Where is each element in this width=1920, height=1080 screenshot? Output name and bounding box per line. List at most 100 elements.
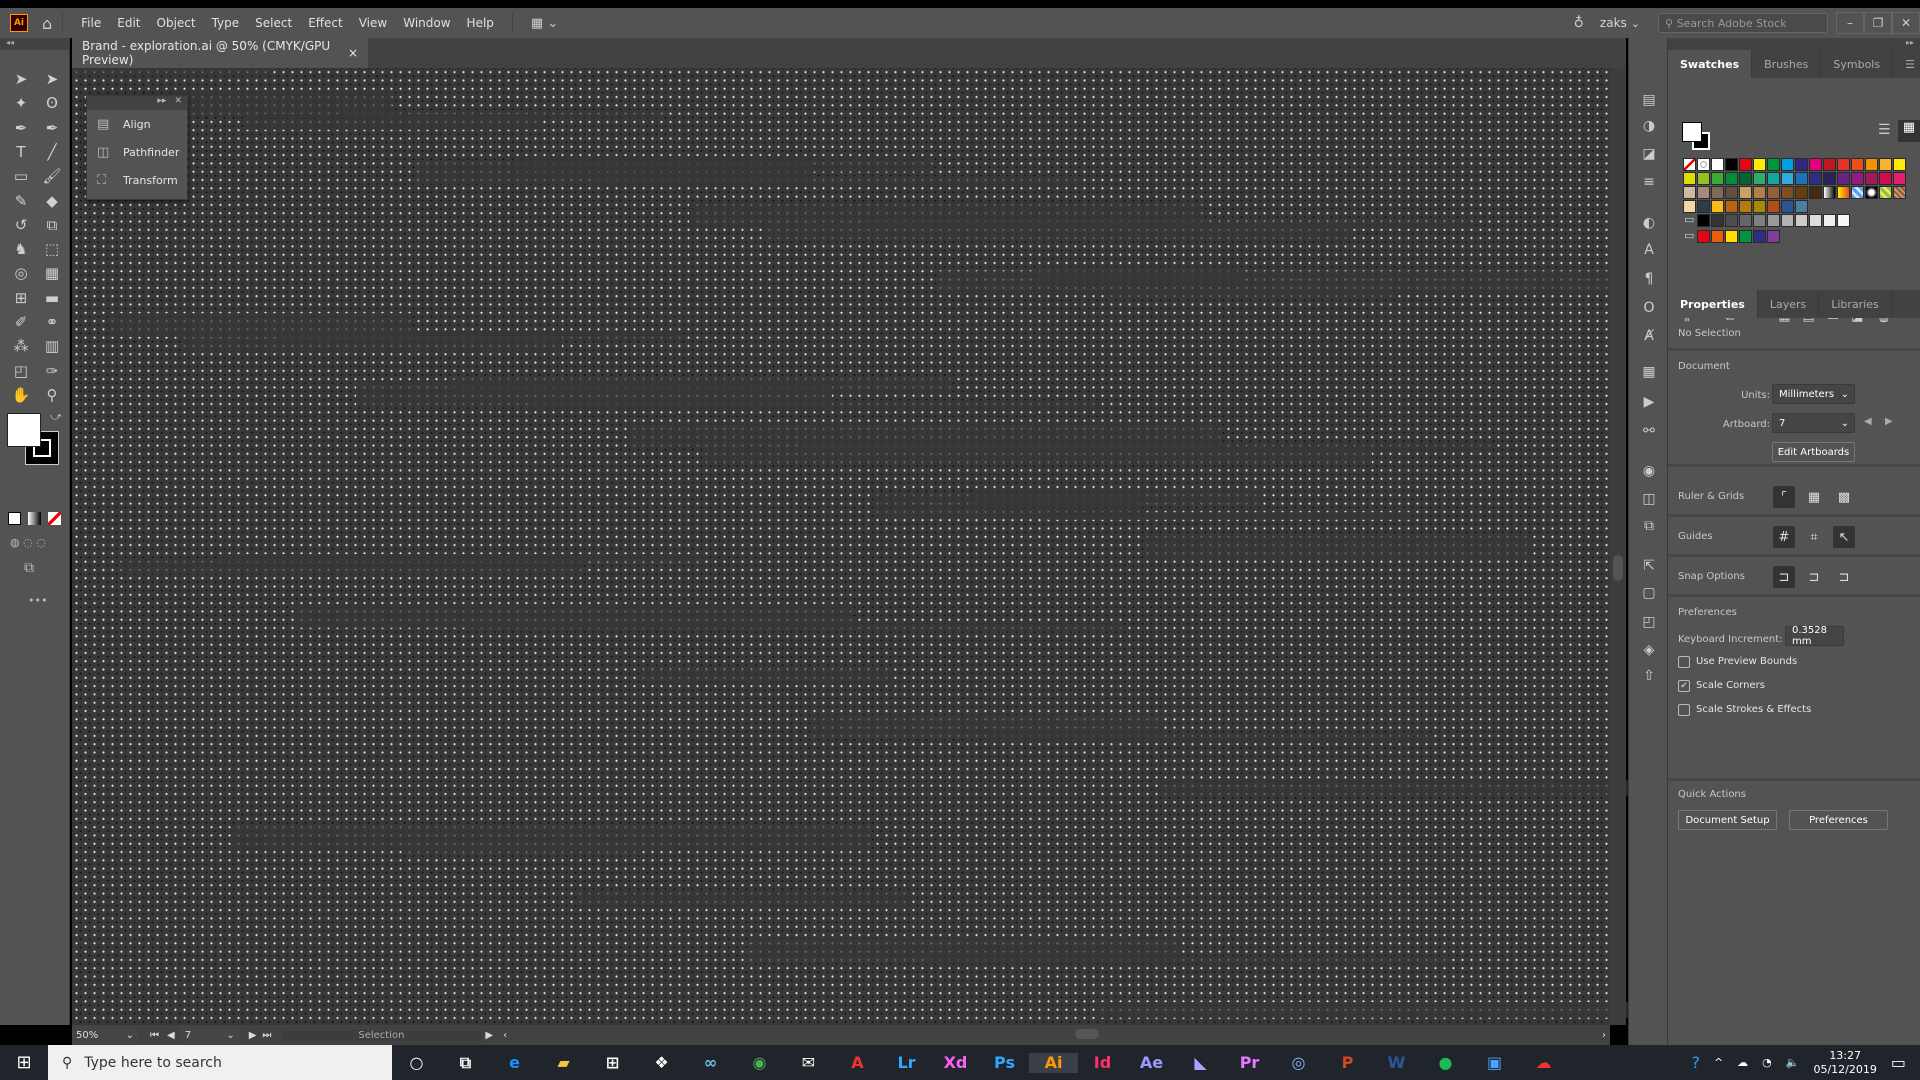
none-mode-button[interactable] [48, 512, 61, 525]
color-guide-panel-icon[interactable]: ◑ [1639, 118, 1659, 138]
direct-selection-tool-icon[interactable]: ➤ [40, 68, 64, 90]
status-menu-icon[interactable]: ▶ [485, 1030, 493, 1041]
draw-mode-icon[interactable]: ◍ ◌ ◌ [10, 536, 46, 549]
pathfinder-panel-item[interactable]: ◫ Pathfinder [87, 138, 187, 166]
photoshop-taskbar-icon[interactable]: Ps [980, 1053, 1029, 1073]
layers-panel-icon[interactable]: ⧉ [1639, 518, 1659, 538]
swatch[interactable] [1711, 172, 1724, 185]
swatch[interactable] [1795, 158, 1808, 171]
swatch[interactable] [1767, 158, 1780, 171]
artboard-canvas[interactable] [72, 68, 1722, 1025]
color-mode-button[interactable] [8, 512, 21, 525]
edge-taskbar-icon[interactable]: e [490, 1053, 539, 1073]
next-artboard-icon[interactable]: ▶ [249, 1030, 257, 1041]
swatch[interactable] [1809, 214, 1822, 227]
swatch[interactable] [1753, 230, 1766, 243]
artboard-select[interactable]: 7 ⌄ [1772, 413, 1855, 433]
swatch[interactable] [1739, 200, 1752, 213]
blend-tool-icon[interactable]: ⚭ [40, 311, 64, 333]
chevron-down-icon[interactable]: ⌄ [1631, 17, 1640, 30]
swatch[interactable] [1851, 186, 1864, 199]
libraries-panel-icon[interactable]: ◰ [1639, 614, 1659, 634]
swatch[interactable] [1795, 186, 1808, 199]
swatch[interactable] [1809, 186, 1822, 199]
swatch[interactable] [1767, 214, 1780, 227]
show-hidden-icons[interactable]: ^ [1714, 1056, 1723, 1069]
menu-edit[interactable]: Edit [109, 16, 148, 30]
first-artboard-icon[interactable]: ⏮ [150, 1030, 159, 1041]
swatch[interactable] [1725, 214, 1738, 227]
taskbar-search-input[interactable]: ⚲ Type here to search [48, 1045, 392, 1080]
minimize-button[interactable]: – [1836, 12, 1864, 34]
swatch[interactable] [1879, 186, 1892, 199]
menu-object[interactable]: Object [149, 16, 204, 30]
snap-to-pixel-icon[interactable]: ⊐ [1833, 566, 1855, 588]
swatch[interactable] [1837, 214, 1850, 227]
menu-select[interactable]: Select [247, 16, 300, 30]
checkbox[interactable]: ✔ [1678, 680, 1690, 692]
menu-help[interactable]: Help [459, 16, 502, 30]
stroke-panel-icon[interactable]: ≡ [1639, 174, 1659, 194]
swatch[interactable] [1781, 200, 1794, 213]
swatch[interactable] [1767, 200, 1780, 213]
search-stock-input[interactable]: ⚲ Search Adobe Stock [1658, 13, 1828, 33]
clock[interactable]: 13:27 05/12/2019 [1813, 1049, 1876, 1077]
appearance-panel-icon[interactable]: ◉ [1639, 463, 1659, 483]
next-artboard-icon[interactable]: ▶ [1885, 416, 1893, 427]
swatch[interactable] [1893, 186, 1906, 199]
tab-properties[interactable]: Properties [1668, 290, 1758, 318]
swatch[interactable] [1711, 186, 1724, 199]
spotify-taskbar-icon[interactable]: ● [1421, 1053, 1470, 1073]
app-taskbar-icon[interactable]: ▣ [1470, 1053, 1519, 1073]
transparency-panel-icon[interactable]: ◈ [1639, 642, 1659, 662]
mesh-tool-icon[interactable]: ⊞ [9, 287, 33, 309]
premiere-taskbar-icon[interactable]: Pr [1225, 1053, 1274, 1073]
zoom-tool-icon[interactable]: ⚲ [40, 384, 64, 406]
swatch[interactable] [1739, 214, 1752, 227]
swatch[interactable] [1697, 172, 1710, 185]
swatch[interactable] [1711, 158, 1724, 171]
task-view-taskbar-icon[interactable]: ⧉ [441, 1053, 490, 1073]
artboards-panel-icon[interactable]: ▢ [1639, 585, 1659, 605]
gradient-tool-icon[interactable]: ▬ [40, 287, 64, 309]
start-button[interactable]: ⊞ [0, 1052, 48, 1073]
tab-symbols[interactable]: Symbols [1821, 50, 1894, 78]
grid-icon[interactable]: ▦ [1803, 486, 1825, 508]
swatch[interactable] [1725, 200, 1738, 213]
show-guides-icon[interactable]: # [1773, 526, 1795, 548]
character-panel-icon[interactable]: A [1639, 242, 1659, 262]
shaper-tool-icon[interactable]: ✎ [9, 190, 33, 212]
zoom-select[interactable]: 50% ⌄ [72, 1026, 138, 1044]
dropbox-taskbar-icon[interactable]: ❖ [637, 1053, 686, 1073]
swatch[interactable] [1753, 186, 1766, 199]
ruler-icon[interactable]: ⌜ [1773, 486, 1795, 508]
rectangle-tool-icon[interactable]: ▭ [9, 165, 33, 187]
more-tools-icon[interactable]: ••• [28, 594, 47, 607]
swatch[interactable] [1879, 158, 1892, 171]
swatch[interactable] [1725, 230, 1738, 243]
tab-layers[interactable]: Layers [1758, 290, 1820, 318]
swatch[interactable] [1837, 172, 1850, 185]
swatch[interactable] [1781, 214, 1794, 227]
scrollbar-thumb[interactable] [1613, 555, 1623, 581]
help-icon[interactable]: ? [1691, 1053, 1700, 1072]
swatch[interactable] [1781, 186, 1794, 199]
line-tool-icon[interactable]: ╱ [40, 141, 64, 163]
swatch[interactable] [1711, 214, 1724, 227]
swatch[interactable] [1739, 158, 1752, 171]
graphic-styles-panel-icon[interactable]: ◫ [1639, 491, 1659, 511]
swatch[interactable] [1879, 172, 1892, 185]
tab-brushes[interactable]: Brushes [1752, 50, 1822, 78]
menu-effect[interactable]: Effect [300, 16, 351, 30]
swatch[interactable] [1753, 200, 1766, 213]
hand-tool-icon[interactable]: ✋ [9, 384, 33, 406]
column-graph-tool-icon[interactable]: ▥ [40, 335, 64, 357]
swatch[interactable] [1837, 158, 1850, 171]
swatch[interactable] [1809, 172, 1822, 185]
swatch[interactable] [1697, 186, 1710, 199]
snap-to-point-icon[interactable]: ⊐ [1773, 566, 1795, 588]
asset-export-panel-icon[interactable]: ⇱ [1639, 558, 1659, 578]
paragraph-panel-icon[interactable]: ¶ [1639, 271, 1659, 291]
puppet-warp-tool-icon[interactable]: ♞ [9, 238, 33, 260]
swatch[interactable] [1725, 172, 1738, 185]
